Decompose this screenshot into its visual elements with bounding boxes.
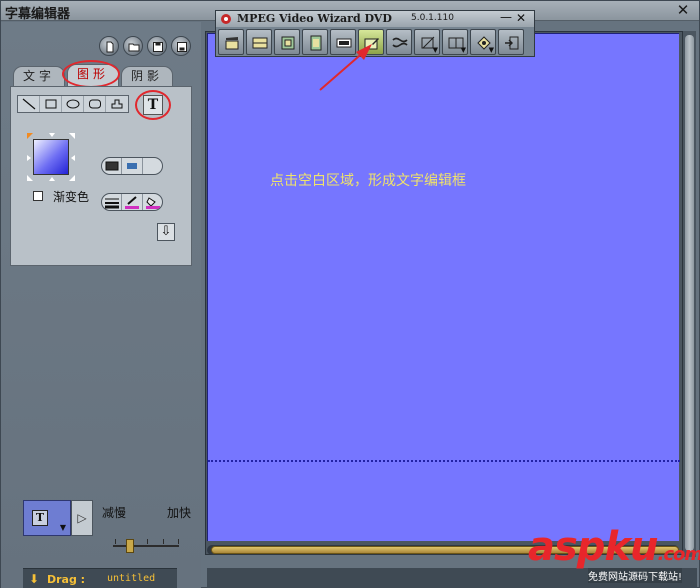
tab-highlight-ellipse — [62, 60, 120, 88]
clapper-icon — [225, 37, 239, 50]
solid-icon — [127, 163, 138, 169]
layout-button[interactable]: ▼ — [442, 29, 468, 55]
save-file-button[interactable] — [147, 36, 167, 56]
open-folder-icon — [128, 43, 140, 52]
speed-slider-track[interactable] — [113, 545, 179, 547]
canvas-hint-text: 点击空白区域，形成文字编辑框 — [270, 173, 466, 189]
app-logo-icon — [221, 14, 231, 24]
open-file-button[interactable] — [123, 36, 143, 56]
line-icon — [22, 98, 36, 110]
watermark-domain: .com — [657, 544, 700, 565]
rounded-rect-icon — [89, 99, 101, 109]
speed-slider-thumb[interactable] — [126, 539, 134, 553]
save-disk-icon — [153, 42, 163, 52]
wizard-title: MPEG Video Wizard DVD — [237, 12, 392, 25]
speed-tick — [178, 539, 179, 544]
fill-mode-none-button[interactable] — [143, 158, 162, 174]
main-window-title: 字幕编辑器 — [5, 7, 71, 22]
line-width-button[interactable] — [102, 194, 123, 210]
text-mode-icon: T — [32, 510, 48, 526]
export-icon — [505, 36, 519, 50]
new-file-icon — [106, 41, 114, 53]
media-library-icon — [281, 36, 295, 50]
chevron-down-icon: ▼ — [488, 46, 494, 54]
save-as-disk-icon — [177, 42, 187, 52]
display-mode-selector[interactable]: T ▼ — [23, 500, 71, 536]
effects-icon — [392, 37, 408, 48]
shape-tool-group — [17, 95, 129, 113]
timeline-button[interactable] — [246, 29, 272, 55]
polygon-tool-button[interactable] — [106, 96, 128, 112]
frame-icon — [105, 161, 119, 171]
site-watermark: aspku.com 免费网站源码下载站! — [528, 524, 700, 588]
status-document-name: untitled — [107, 573, 156, 584]
watermark-brand: aspku — [528, 524, 659, 570]
effects-button[interactable] — [386, 29, 412, 55]
speed-tick — [147, 539, 148, 544]
line-width-icon — [105, 198, 119, 209]
chevron-down-icon: ▼ — [59, 523, 66, 532]
fill-mode-selector — [101, 157, 163, 175]
chevron-down-icon: ▼ — [432, 46, 438, 54]
speed-fast-label: 加快 — [167, 506, 192, 520]
speed-tick — [115, 539, 116, 544]
drag-arrow-icon: ⬇ — [29, 572, 40, 586]
clapper-button[interactable] — [218, 29, 244, 55]
play-button[interactable]: ▷ — [71, 500, 93, 536]
crop-button[interactable]: ▼ — [414, 29, 440, 55]
wizard-close-button[interactable]: ✕ — [516, 11, 526, 25]
shape-tools-panel: T 渐变色 ⇩ — [10, 86, 192, 266]
vertical-scrollbar-thumb[interactable] — [685, 35, 694, 551]
status-action: Drag : — [47, 573, 86, 586]
title-safe-line — [208, 460, 680, 462]
export-button[interactable] — [498, 29, 524, 55]
main-close-button[interactable]: ✕ — [675, 2, 691, 18]
pen-icon — [125, 196, 140, 209]
watermark-logo: aspku.com — [528, 524, 700, 570]
ellipse-icon — [66, 99, 80, 109]
timeline-icon — [252, 37, 268, 49]
media-library-button[interactable] — [274, 29, 300, 55]
tab-shadow[interactable]: 阴影 — [121, 66, 173, 86]
new-file-button[interactable] — [99, 36, 119, 56]
save-as-button[interactable] — [171, 36, 191, 56]
fill-color-button[interactable] — [143, 194, 162, 210]
rectangle-icon — [45, 99, 57, 109]
wizard-titlebar[interactable]: MPEG Video Wizard DVD 5.0.1.110 — ✕ — [216, 10, 534, 27]
ellipse-tool-button[interactable] — [62, 96, 84, 112]
rectangle-tool-button[interactable] — [40, 96, 62, 112]
line-color-button[interactable] — [122, 194, 143, 210]
rounded-rect-tool-button[interactable] — [84, 96, 106, 112]
paint-bucket-icon — [145, 197, 160, 209]
tab-text[interactable]: 文字 — [13, 66, 65, 86]
gradient-label: 渐变色 — [53, 190, 90, 204]
chevron-down-icon: ▼ — [460, 46, 466, 54]
annotation-arrow — [319, 44, 372, 91]
text-tool-highlight-ellipse — [135, 90, 171, 120]
disc-button[interactable]: ▼ — [470, 29, 496, 55]
line-style-selector — [101, 193, 163, 211]
fill-mode-solid-button[interactable] — [122, 158, 143, 174]
fill-mode-frame-button[interactable] — [102, 158, 123, 174]
gradient-checkbox[interactable] — [33, 191, 43, 201]
polygon-icon — [111, 99, 123, 109]
move-down-button[interactable]: ⇩ — [157, 223, 175, 241]
status-bar-left: ⬇ Drag : untitled — [23, 568, 177, 588]
wizard-version: 5.0.1.110 — [411, 13, 454, 23]
swatch-handles — [27, 133, 75, 181]
wizard-minimize-button[interactable]: — — [500, 10, 512, 24]
line-tool-button[interactable] — [18, 96, 40, 112]
speed-slow-label: 减慢 — [102, 506, 127, 520]
speed-tick — [163, 539, 164, 544]
watermark-subtitle: 免费网站源码下载站! — [588, 568, 683, 583]
editing-canvas[interactable]: 点击空白区域，形成文字编辑框 — [207, 33, 680, 541]
